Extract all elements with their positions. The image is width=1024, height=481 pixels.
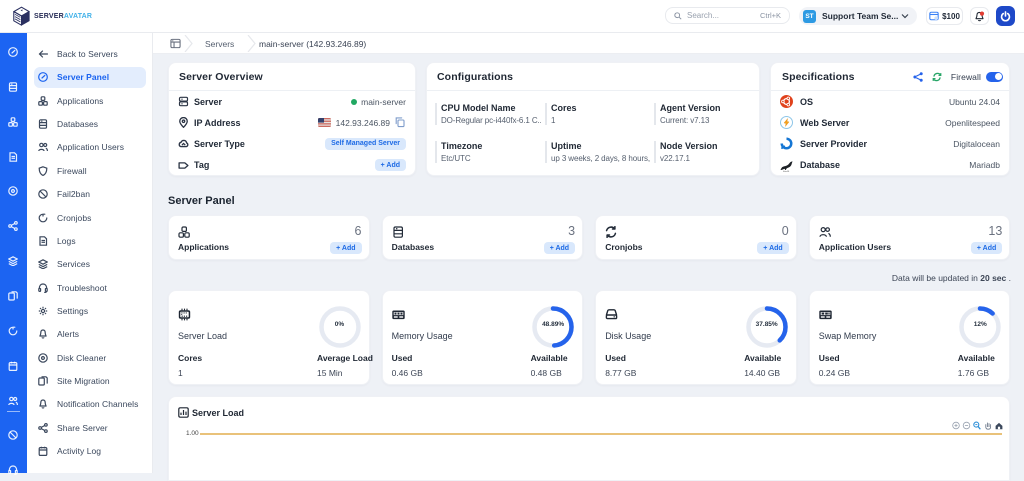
svg-text:MariaDB: MariaDB [783, 170, 789, 171]
